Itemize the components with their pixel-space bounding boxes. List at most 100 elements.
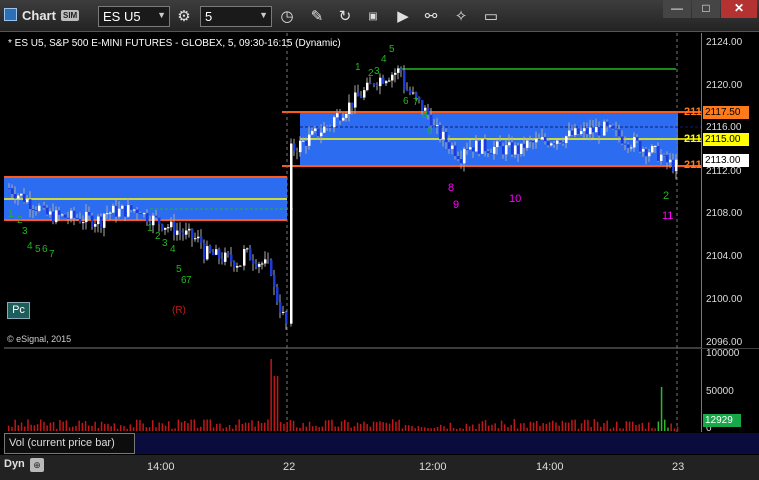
volume-bar <box>155 427 157 431</box>
candle-body <box>23 193 26 203</box>
volume-bar <box>116 428 119 431</box>
candle-body <box>273 274 276 287</box>
volume-bar <box>465 423 468 431</box>
volume-study-label[interactable]: Vol (current price bar) <box>4 433 135 454</box>
candle-body <box>496 141 499 147</box>
volume-bar <box>104 423 106 431</box>
candle-body <box>32 209 35 211</box>
candle-body <box>317 128 320 137</box>
volume-bar <box>148 427 151 431</box>
volume-bar <box>331 419 333 431</box>
volume-bar <box>17 425 20 431</box>
candle-body <box>541 137 544 140</box>
volume-bar <box>228 424 231 431</box>
candle-body <box>490 153 493 155</box>
setup-count: 3 <box>22 226 28 237</box>
candle-body <box>357 92 360 97</box>
volume-bar <box>513 419 516 431</box>
volume-bar <box>408 425 410 431</box>
volume-bar <box>555 422 557 431</box>
volume-bar <box>369 426 372 431</box>
candle-body <box>645 148 648 157</box>
setup-count-magenta: 9 <box>453 199 459 211</box>
volume-bar <box>107 423 109 431</box>
candle-body <box>430 114 433 126</box>
candle-body <box>454 145 457 157</box>
candle-body <box>657 145 660 161</box>
candle-body <box>598 126 601 136</box>
volume-bar <box>561 420 564 431</box>
candle-body <box>502 146 505 155</box>
volume-bar <box>427 428 429 431</box>
volume-bar <box>641 422 644 431</box>
candle-body <box>550 143 553 146</box>
candle-body <box>314 128 317 131</box>
candle-body <box>200 236 203 243</box>
candle-body <box>457 156 460 160</box>
setup-count: 1 <box>147 223 153 234</box>
candle-body <box>586 128 589 135</box>
candle-body <box>526 140 529 148</box>
time-axis[interactable] <box>0 455 759 480</box>
volume-bar <box>40 419 42 431</box>
volume-bar <box>516 428 519 431</box>
volume-bar <box>100 421 103 431</box>
volume-bar <box>91 425 93 431</box>
zoom-icon[interactable]: ⊕ <box>30 458 44 472</box>
volume-bar <box>56 428 58 431</box>
volume-bar <box>318 427 320 431</box>
volume-bar <box>152 420 154 431</box>
volume-bar <box>673 428 676 431</box>
volume-bar <box>120 425 122 431</box>
candle-body <box>363 90 366 98</box>
volume-bar <box>424 427 426 431</box>
volume-bar <box>510 424 512 431</box>
volume-bar <box>676 426 679 431</box>
setup-count: 7 <box>186 275 192 286</box>
candle-body <box>339 113 342 121</box>
candle-body <box>618 129 621 137</box>
setup-count: 9 <box>427 126 433 137</box>
volume-bar <box>296 427 298 431</box>
candle-body <box>73 210 76 218</box>
volume-bar <box>542 423 544 431</box>
volume-bar <box>302 422 304 431</box>
volume-bar <box>276 376 279 431</box>
volume-bar <box>20 422 23 431</box>
candle-body <box>532 140 535 143</box>
candle-body <box>460 159 463 164</box>
volume-bar <box>430 428 432 431</box>
volume-bar <box>161 423 164 431</box>
time-label: 14:00 <box>147 461 175 473</box>
volume-bar <box>625 421 628 431</box>
pc-button[interactable]: Pc <box>7 302 30 319</box>
dynamic-button[interactable]: Dyn <box>4 458 25 470</box>
volume-bar <box>491 424 493 431</box>
candle-body <box>556 140 559 144</box>
setup-count-magenta: 10 <box>509 193 521 205</box>
volume-bar <box>308 421 311 431</box>
volume-bar <box>328 420 330 431</box>
setup-count: 5 <box>35 244 41 255</box>
candle-body <box>14 193 17 199</box>
volume-bar <box>75 425 77 431</box>
volume-bar <box>97 427 100 431</box>
volume-bar <box>110 426 112 431</box>
volume-bar <box>158 422 160 431</box>
volume-bar <box>366 424 368 431</box>
candle-body <box>654 145 657 147</box>
volume-bar <box>84 420 87 431</box>
volume-bar <box>571 419 573 431</box>
candle-body <box>191 228 194 239</box>
candle-body <box>442 131 445 140</box>
candle-body <box>276 286 279 303</box>
candle-body <box>472 147 475 152</box>
candle-body <box>553 143 556 145</box>
candle-body <box>589 127 592 135</box>
candle-body <box>46 207 49 215</box>
upper-level-tag: 2117.50 <box>703 106 749 119</box>
volume-bar <box>616 421 618 431</box>
volume-bar <box>286 421 288 431</box>
candle-body <box>409 90 412 94</box>
time-label: 14:00 <box>536 461 564 473</box>
